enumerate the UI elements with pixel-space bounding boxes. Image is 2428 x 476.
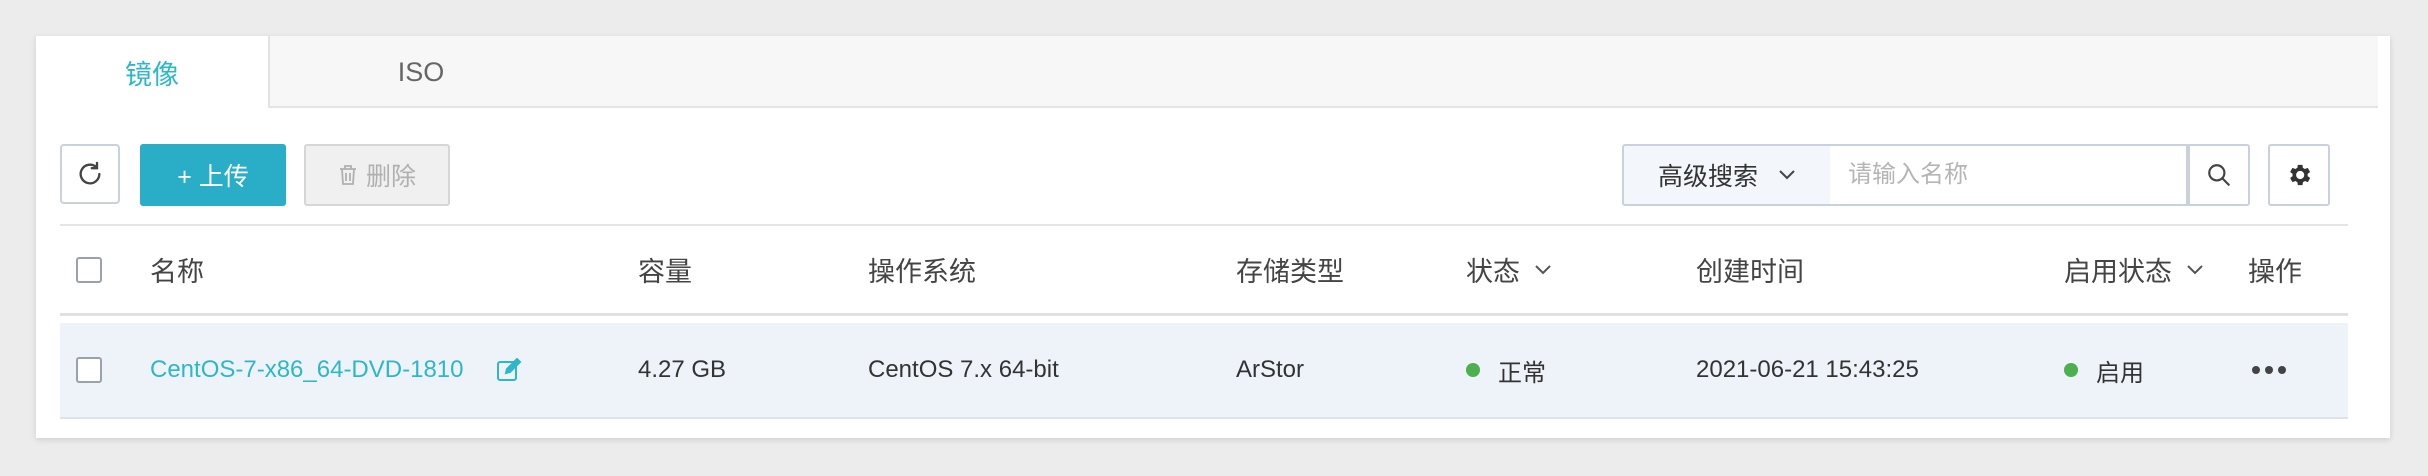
delete-button[interactable]: 删除	[304, 144, 450, 206]
column-header-actions: 操作	[2248, 226, 2302, 313]
trash-icon	[339, 165, 356, 185]
actions-cell	[2252, 323, 2286, 417]
settings-button[interactable]	[2268, 144, 2330, 206]
enabled-dot-icon	[2064, 363, 2078, 377]
column-created-at-label: 创建时间	[1696, 257, 1804, 287]
advanced-search-dropdown[interactable]: 高级搜索	[1622, 144, 1832, 206]
tab-iso-label: ISO	[397, 56, 445, 87]
column-header-name: 名称	[150, 226, 204, 313]
row-checkbox[interactable]	[76, 357, 102, 383]
search-icon	[2208, 164, 2230, 186]
storage-type-cell: ArStor	[1236, 323, 1304, 417]
created-at-value: 2021-06-21 15:43:25	[1696, 356, 1919, 383]
enabled-status-value: 启用	[2096, 359, 2144, 387]
refresh-button[interactable]	[60, 144, 120, 204]
tab-images-label: 镜像	[125, 59, 179, 90]
advanced-search-label: 高级搜索	[1657, 163, 1758, 191]
column-header-enabled-status[interactable]: 启用状态	[2064, 226, 2204, 313]
upload-button[interactable]: + 上传	[140, 144, 286, 206]
status-dot-icon	[1466, 363, 1480, 377]
column-header-created-at: 创建时间	[1696, 226, 1804, 313]
column-os-label: 操作系统	[868, 257, 976, 287]
column-storage-type-label: 存储类型	[1236, 257, 1344, 287]
edit-icon[interactable]	[496, 358, 522, 382]
delete-button-label: 删除	[365, 163, 416, 191]
status-cell: 正常	[1466, 323, 1546, 417]
enabled-filter-chevron-down-icon[interactable]	[2186, 264, 2204, 276]
status-filter-chevron-down-icon[interactable]	[1534, 264, 1552, 276]
chevron-down-icon	[1779, 170, 1795, 180]
image-list-panel: 镜像 ISO + 上传 删除 高级搜索 请输入名称 名称 容量 操作系统 存储类…	[36, 36, 2390, 438]
row-select-cell	[76, 323, 102, 417]
more-horizontal-icon[interactable]	[2252, 366, 2286, 374]
created-at-cell: 2021-06-21 15:43:25	[1696, 323, 1919, 417]
os-value: CentOS 7.x 64-bit	[868, 356, 1059, 383]
column-capacity-label: 容量	[638, 257, 692, 287]
column-header-status[interactable]: 状态	[1466, 226, 1552, 313]
table-header: 名称 容量 操作系统 存储类型 状态 创建时间 启用状态 操作	[60, 224, 2348, 316]
status-value: 正常	[1498, 359, 1546, 387]
storage-type-value: ArStor	[1236, 356, 1305, 383]
upload-button-label: + 上传	[177, 163, 249, 191]
enabled-status-cell: 启用	[2064, 323, 2144, 417]
column-header-os: 操作系统	[868, 226, 976, 313]
refresh-icon	[79, 161, 101, 185]
select-all-cell	[76, 226, 102, 313]
column-enabled-status-label: 启用状态	[2064, 257, 2172, 287]
search-input[interactable]	[1830, 144, 2188, 206]
column-header-capacity: 容量	[638, 226, 692, 313]
gear-icon	[2290, 164, 2311, 186]
table-row[interactable]: CentOS-7-x86_64-DVD-1810 4.27 GB CentOS …	[60, 323, 2348, 419]
select-all-checkbox[interactable]	[76, 256, 102, 283]
tab-images[interactable]: 镜像	[36, 36, 270, 108]
column-actions-label: 操作	[2248, 257, 2302, 287]
search-button[interactable]	[2188, 144, 2250, 206]
tab-bar: 镜像 ISO	[36, 36, 2378, 108]
column-name-label: 名称	[150, 257, 204, 287]
column-status-label: 状态	[1466, 257, 1520, 287]
image-name-link[interactable]: CentOS-7-x86_64-DVD-1810	[150, 356, 464, 384]
capacity-cell: 4.27 GB	[638, 323, 726, 417]
capacity-value: 4.27 GB	[638, 356, 727, 383]
image-name-cell: CentOS-7-x86_64-DVD-1810	[150, 323, 522, 417]
tab-iso[interactable]: ISO	[304, 36, 538, 108]
column-header-storage-type: 存储类型	[1236, 226, 1344, 313]
os-cell: CentOS 7.x 64-bit	[868, 323, 1059, 417]
